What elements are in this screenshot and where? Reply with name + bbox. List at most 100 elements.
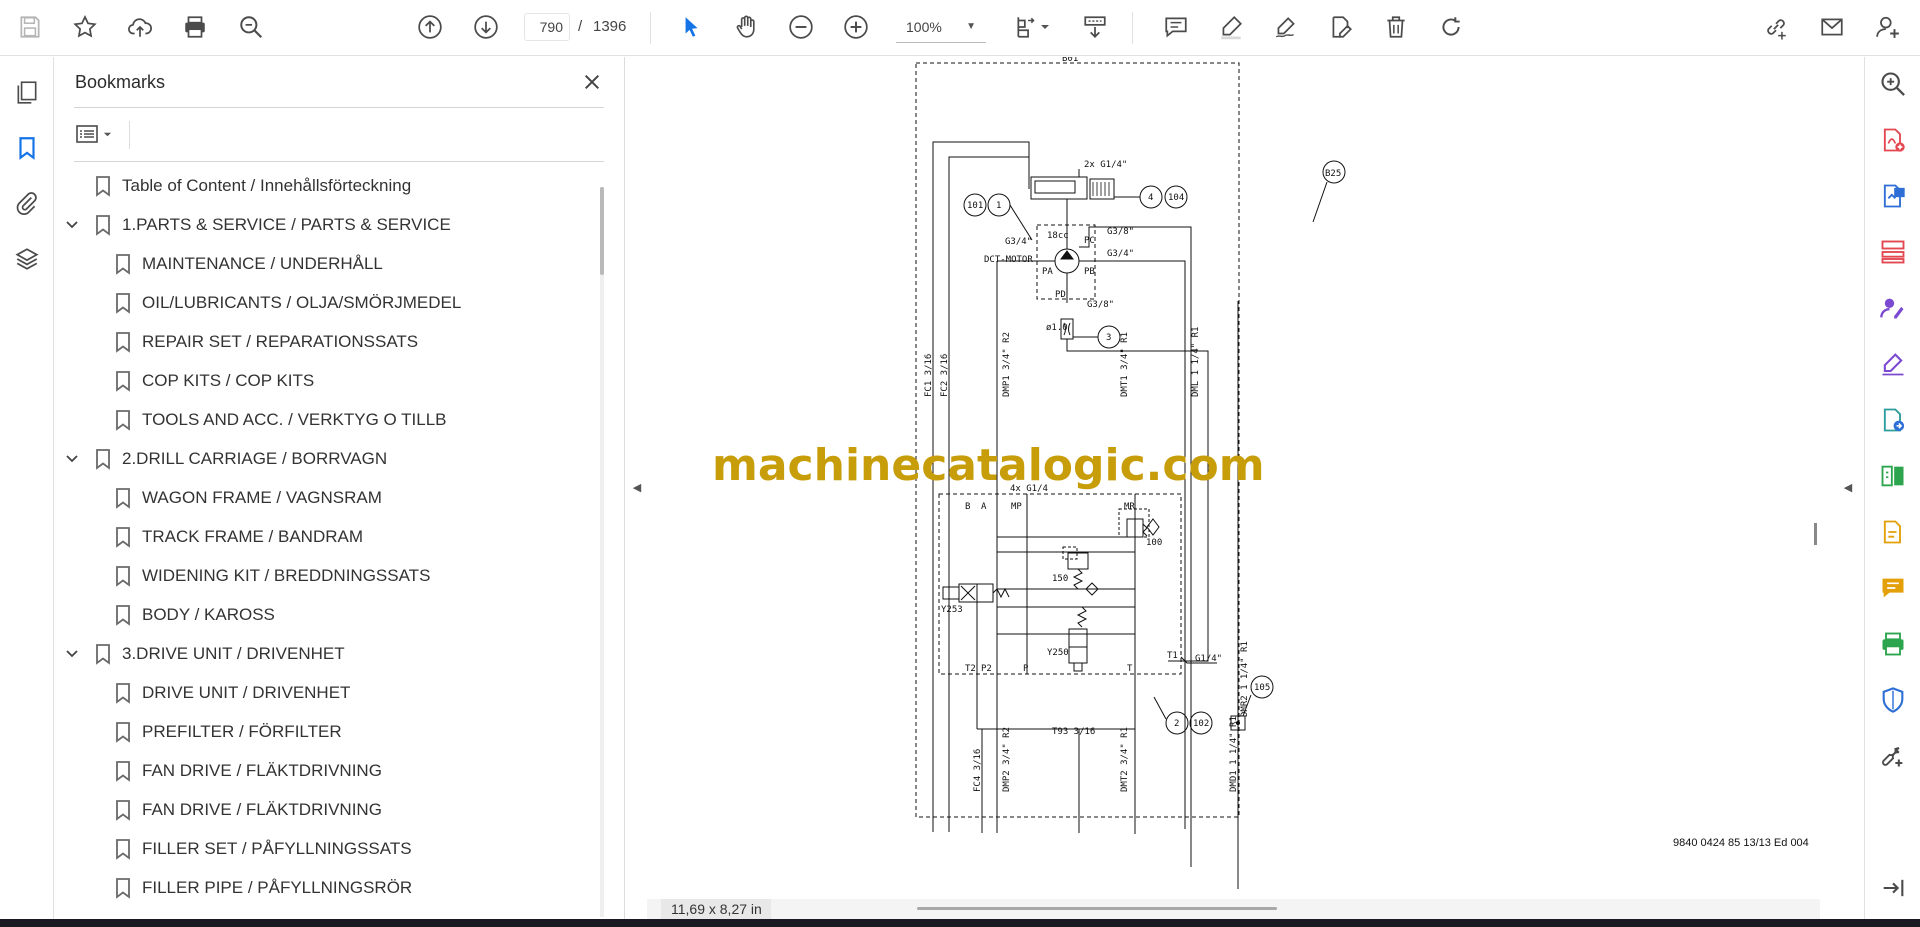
zoom-level-select[interactable]: 100% ▼ (896, 13, 986, 43)
bookmark-label: BODY / KAROSS (142, 605, 275, 624)
layers-icon[interactable] (12, 244, 42, 274)
zoom-out-icon[interactable] (786, 12, 816, 42)
bookmark-item[interactable]: FILLER SET / PÅFYLLNINGSSATS (55, 830, 595, 868)
bookmark-label: REPAIR SET / REPARATIONSSATS (142, 332, 419, 351)
panel-scrollbar[interactable] (600, 187, 604, 917)
bookmarks-icon[interactable] (12, 133, 42, 163)
page-separator: / (578, 18, 583, 35)
edit-pdf-icon[interactable] (1878, 517, 1908, 547)
print-icon[interactable] (180, 12, 210, 42)
zoom-in-icon[interactable] (841, 12, 871, 42)
svg-text:T1: T1 (1167, 651, 1178, 661)
svg-text:2: 2 (1174, 719, 1179, 729)
fill-sign-icon[interactable] (1878, 349, 1908, 379)
svg-text:DMP2 3/4" R2: DMP2 3/4" R2 (1002, 727, 1012, 792)
upload-cloud-icon[interactable] (125, 12, 155, 42)
chevron-down-icon[interactable] (62, 215, 82, 235)
page-number-input[interactable]: 790 (524, 13, 570, 41)
bookmark-item[interactable]: WIDENING KIT / BREDDNINGSSATS (55, 557, 595, 595)
bookmark-section[interactable]: 2.DRILL CARRIAGE / BORRVAGN (55, 440, 595, 478)
scrollbar-thumb[interactable] (600, 187, 604, 275)
svg-text:DMP1 3/4" R2: DMP1 3/4" R2 (1002, 332, 1012, 397)
comment-icon[interactable] (1161, 12, 1191, 42)
bookmark-section[interactable]: 3.DRIVE UNIT / DRIVENHET (55, 635, 595, 673)
comment-tool-icon[interactable] (1878, 573, 1908, 603)
zoom-search-icon[interactable] (236, 12, 266, 42)
svg-text:G3/8": G3/8" (1087, 300, 1114, 310)
pdf-page: B01 B25 101 1 4 104 2x G1/4" G3/4" G3/8" D… (647, 57, 1820, 897)
rotate-icon[interactable] (1436, 12, 1466, 42)
compare-files-icon[interactable] (1878, 461, 1908, 491)
bookmark-item[interactable]: REPAIR SET / REPARATIONSSATS (55, 323, 595, 361)
bookmark-item[interactable]: MAINTENANCE / UNDERHÅLL (55, 245, 595, 283)
edit-text-icon[interactable] (1326, 12, 1356, 42)
draw-freehand-icon[interactable] (1271, 12, 1301, 42)
organize-pages-icon[interactable] (1878, 237, 1908, 267)
bookmark-label: 1.PARTS & SERVICE / PARTS & SERVICE (122, 215, 451, 234)
vertical-scrollbar[interactable] (1812, 57, 1820, 927)
bookmark-flag-icon (115, 838, 131, 860)
select-cursor-icon[interactable] (676, 12, 706, 42)
bookmark-section[interactable]: 1.PARTS & SERVICE / PARTS & SERVICE (55, 206, 595, 244)
bookmark-flag-icon (115, 487, 131, 509)
export-pdf-icon[interactable] (1878, 181, 1908, 211)
bookmark-item[interactable]: COP KITS / COP KITS (55, 362, 595, 400)
svg-text:FC4 3/16: FC4 3/16 (973, 749, 983, 792)
scroll-mode-icon[interactable] (1080, 12, 1110, 42)
chevron-down-icon[interactable] (62, 644, 82, 664)
send-for-review-icon[interactable] (1878, 405, 1908, 435)
bookmark-item[interactable]: FILLER PIPE / PÅFYLLNINGSRÖR (55, 869, 595, 907)
horizontal-scrollbar[interactable] (917, 907, 1277, 910)
page-thumbnails-icon[interactable] (12, 77, 42, 107)
bookmark-section[interactable]: Table of Content / Innehållsförteckning (55, 167, 595, 205)
hand-tool-icon[interactable] (731, 12, 761, 42)
bookmark-label: 2.DRILL CARRIAGE / BORRVAGN (122, 449, 388, 468)
bookmark-item[interactable]: WAGON FRAME / VAGNSRAM (55, 479, 595, 517)
save-icon[interactable] (15, 12, 45, 42)
bookmark-item[interactable]: FAN DRIVE / FLÄKTDRIVNING (55, 752, 595, 790)
next-page-icon[interactable] (471, 12, 501, 42)
highlight-pen-icon[interactable] (1216, 12, 1246, 42)
protect-shield-icon[interactable] (1878, 685, 1908, 715)
svg-text:PB: PB (1084, 267, 1095, 277)
scrollbar-thumb[interactable] (1814, 523, 1817, 545)
bookmark-item[interactable]: OIL/LUBRICANTS / OLJA/SMÖRJMEDEL (55, 284, 595, 322)
collapse-right-panel-icon[interactable]: ◀ (1838, 475, 1858, 499)
share-link-icon[interactable] (1761, 12, 1791, 42)
star-icon[interactable] (70, 12, 100, 42)
svg-text:DMT2 3/4" R1: DMT2 3/4" R1 (1120, 727, 1130, 792)
bookmark-item[interactable]: BODY / KAROSS (55, 596, 595, 634)
document-viewer[interactable]: B01 B25 101 1 4 104 2x G1/4" G3/4" G3/8" D… (647, 57, 1820, 919)
previous-page-icon[interactable] (415, 12, 445, 42)
bookmark-item[interactable]: TOOLS AND ACC. / VERKTYG O TILLB (55, 401, 595, 439)
chevron-down-icon[interactable] (62, 449, 82, 469)
bookmark-flag-icon (115, 760, 131, 782)
zoom-search-icon[interactable] (1878, 69, 1908, 99)
expand-panel-icon[interactable] (1878, 873, 1908, 903)
create-pdf-icon[interactable] (1878, 125, 1908, 155)
bookmark-item[interactable]: DRIVE UNIT / DRIVENHET (55, 674, 595, 712)
print-production-icon[interactable] (1878, 629, 1908, 659)
mail-icon[interactable] (1817, 12, 1847, 42)
delete-icon[interactable] (1381, 12, 1411, 42)
bookmark-tree: Table of Content / Innehållsförteckning 1… (55, 167, 595, 919)
bookmark-options-button[interactable] (75, 119, 125, 149)
collapse-left-panel-icon[interactable]: ◀ (627, 475, 647, 499)
bookmark-item[interactable]: PREFILTER / FÖRFILTER (55, 713, 595, 751)
bookmark-label: COP KITS / COP KITS (142, 371, 315, 390)
chevron-down-icon (103, 132, 112, 136)
svg-text:100: 100 (1146, 538, 1162, 548)
svg-text:105: 105 (1254, 683, 1270, 693)
bookmark-label: Table of Content / Innehållsförteckning (122, 176, 412, 195)
bookmark-item[interactable]: TRACK FRAME / BANDRAM (55, 518, 595, 556)
list-options-icon (76, 125, 98, 143)
close-icon[interactable] (577, 67, 607, 97)
bookmark-label: 3.DRIVE UNIT / DRIVENHET (122, 644, 345, 663)
chevron-down-icon[interactable] (1038, 12, 1052, 42)
more-tools-icon[interactable] (1878, 741, 1908, 771)
bookmark-item[interactable]: FAN DRIVE / FLÄKTDRIVNING (55, 791, 595, 829)
request-signature-icon[interactable] (1878, 293, 1908, 323)
attachments-icon[interactable] (12, 188, 42, 218)
svg-text:DCT-MOTOR: DCT-MOTOR (984, 255, 1033, 265)
add-user-icon[interactable] (1873, 12, 1903, 42)
